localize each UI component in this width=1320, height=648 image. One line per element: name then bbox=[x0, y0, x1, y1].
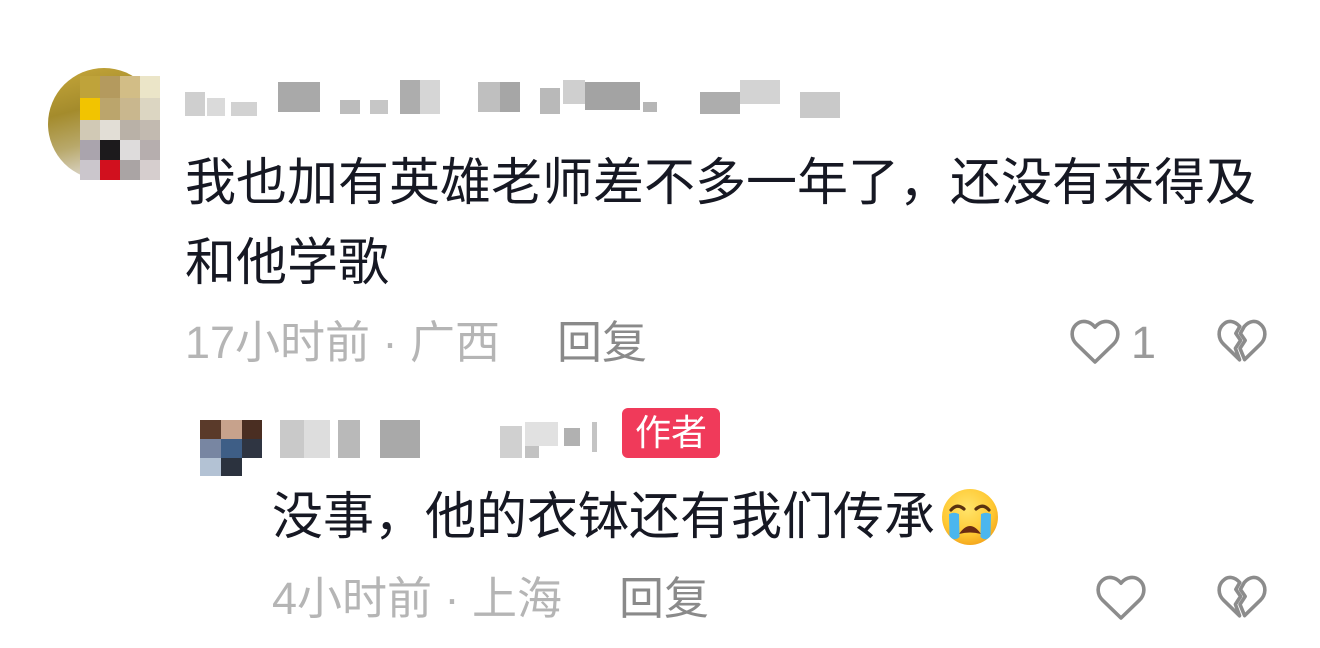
avatar-mosaic-tile bbox=[120, 140, 140, 160]
avatar-mosaic bbox=[48, 68, 160, 180]
username-redaction-block bbox=[585, 82, 640, 110]
avatar-mosaic-tile bbox=[120, 76, 140, 98]
username-redaction-block bbox=[380, 420, 420, 458]
avatar-mosaic-tile bbox=[80, 160, 100, 180]
username-redaction-block bbox=[500, 426, 522, 458]
avatar-mosaic-tile bbox=[140, 76, 160, 98]
replier-avatar[interactable] bbox=[200, 420, 262, 476]
username-redaction-block bbox=[478, 82, 500, 112]
username-redaction-block bbox=[540, 88, 560, 114]
avatar-mosaic-tile bbox=[100, 160, 120, 180]
like-button[interactable]: 1 bbox=[1068, 316, 1156, 368]
commenter-avatar[interactable] bbox=[48, 68, 160, 180]
username-redaction-block bbox=[592, 422, 597, 452]
avatar-mosaic-tile bbox=[200, 439, 221, 458]
avatar-mosaic-tile bbox=[100, 76, 120, 98]
username-redaction-block bbox=[370, 100, 388, 114]
like-button[interactable] bbox=[1094, 572, 1148, 624]
avatar-mosaic-tile bbox=[120, 160, 140, 180]
avatar-mosaic-tile bbox=[120, 120, 140, 140]
avatar-mosaic-tile bbox=[80, 140, 100, 160]
username-redaction-block bbox=[185, 92, 205, 116]
crying-face-emoji-icon bbox=[942, 489, 999, 545]
avatar-mosaic-tile bbox=[100, 98, 120, 120]
username-redaction-block bbox=[278, 82, 320, 112]
username-redaction-block bbox=[340, 100, 360, 114]
author-badge: 作者 bbox=[622, 408, 720, 458]
avatar-mosaic-tile bbox=[80, 120, 100, 140]
comment-meta: 17小时前 · 广西 回复 bbox=[185, 312, 647, 372]
username-redaction-block bbox=[740, 80, 780, 104]
broken-heart-icon bbox=[1217, 319, 1267, 362]
replier-username-redacted[interactable] bbox=[280, 416, 605, 462]
reply-time-location: 4小时前 · 上海 bbox=[272, 572, 563, 624]
dislike-button[interactable] bbox=[1215, 574, 1269, 622]
heart-outline-icon bbox=[1070, 319, 1120, 364]
avatar-mosaic-tile bbox=[100, 120, 120, 140]
avatar-mosaic-tile bbox=[242, 458, 262, 476]
commenter-username-redacted[interactable] bbox=[185, 78, 845, 120]
dislike-button[interactable] bbox=[1215, 318, 1269, 366]
username-redaction-block bbox=[525, 422, 558, 446]
reply-content: 没事，他的衣钵还有我们传承 bbox=[272, 477, 1000, 557]
username-redaction-block bbox=[500, 82, 520, 112]
reply-meta: 4小时前 · 上海 回复 bbox=[272, 568, 709, 628]
avatar-mosaic-tile bbox=[242, 420, 262, 439]
username-redaction-block bbox=[207, 98, 225, 116]
username-redaction-block bbox=[231, 102, 257, 116]
avatar-mosaic-tile bbox=[140, 98, 160, 120]
avatar-mosaic-tile bbox=[100, 140, 120, 160]
username-redaction-block bbox=[564, 428, 580, 446]
avatar-mosaic-tile bbox=[221, 420, 242, 439]
username-redaction-block bbox=[525, 446, 539, 458]
avatar-mosaic-tile bbox=[242, 439, 262, 458]
username-redaction-block bbox=[338, 420, 360, 458]
comment-text: 我也加有英雄老师差不多一年了，还没有来得及和他学歌 bbox=[185, 154, 1257, 291]
comment-time-location: 17小时前 · 广西 bbox=[185, 316, 501, 368]
avatar-mosaic-tile bbox=[140, 120, 160, 140]
username-redaction-block bbox=[700, 92, 740, 114]
avatar-mosaic-tile bbox=[80, 98, 100, 120]
avatar-mosaic-tile bbox=[200, 420, 221, 439]
avatar-mosaic-tile bbox=[200, 458, 221, 476]
avatar-mosaic-tile bbox=[140, 140, 160, 160]
username-redaction-block bbox=[643, 102, 657, 112]
username-redaction-block bbox=[563, 80, 585, 104]
username-redaction-block bbox=[420, 80, 440, 114]
reply-button[interactable]: 回复 bbox=[557, 320, 647, 365]
username-redaction-block bbox=[800, 92, 840, 118]
reply-button[interactable]: 回复 bbox=[619, 576, 709, 621]
username-redaction-block bbox=[280, 420, 304, 458]
avatar-mosaic-tile bbox=[140, 160, 160, 180]
reply-text: 没事，他的衣钵还有我们传承 bbox=[272, 488, 936, 545]
avatar-mosaic-tile bbox=[120, 98, 140, 120]
avatar-mosaic-tile bbox=[221, 458, 242, 476]
username-redaction-block bbox=[400, 80, 420, 114]
avatar-mosaic-tile bbox=[80, 76, 100, 98]
broken-heart-icon bbox=[1217, 575, 1267, 618]
avatar-mosaic-tile bbox=[221, 439, 242, 458]
username-redaction-block bbox=[304, 420, 330, 458]
avatar-mosaic bbox=[200, 420, 262, 476]
like-count: 1 bbox=[1131, 316, 1157, 368]
heart-outline-icon bbox=[1096, 575, 1146, 620]
